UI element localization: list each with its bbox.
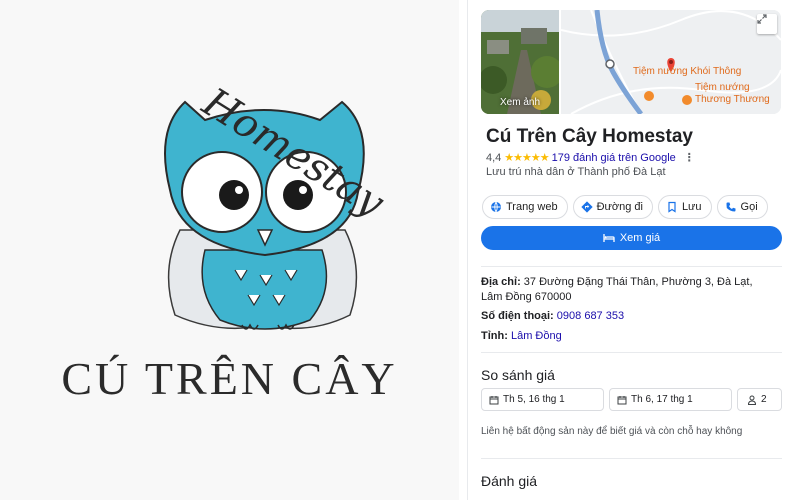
section-divider — [481, 352, 782, 353]
phone-row: Số điện thoại: 0908 687 353 — [481, 309, 771, 324]
checkin-date: Th 5, 16 thg 1 — [503, 394, 565, 405]
place-title: Cú Trên Cây Homestay — [486, 126, 693, 147]
phone-icon — [726, 202, 736, 212]
logo-name-text: CÚ TRÊN CÂY — [61, 353, 398, 404]
province-link[interactable]: Lâm Đồng — [511, 330, 562, 342]
guests-count: 2 — [761, 394, 767, 405]
map-poi-label: Thương Thương — [695, 94, 770, 105]
province-label: Tỉnh: — [481, 330, 508, 342]
expand-icon — [757, 14, 767, 24]
directions-button-label: Đường đi — [596, 201, 643, 213]
rating-value: 4,4 — [486, 151, 502, 164]
price-note: Liên hệ bất động sản này để biết giá và … — [481, 426, 743, 437]
reviews-title: Đánh giá — [481, 473, 538, 489]
compare-prices-title: So sánh giá — [481, 367, 555, 383]
map-poi-label: Tiệm nướng — [695, 82, 750, 93]
province-row: Tỉnh: Lâm Đồng — [481, 329, 771, 344]
more-options-icon[interactable]: ⋮ — [684, 151, 695, 164]
reviews-link[interactable]: 179 đánh giá trên Google — [552, 152, 676, 164]
save-button[interactable]: Lưu — [657, 195, 712, 219]
checkout-date: Th 6, 17 thg 1 — [631, 394, 693, 405]
call-button[interactable]: Gọi — [716, 195, 768, 219]
map-thumbnail[interactable]: Tiệm nướng Khói Thông Tiệm nướng Thương … — [561, 10, 781, 114]
checkout-date-picker[interactable]: Th 6, 17 thg 1 — [609, 388, 732, 411]
phone-label: Số điện thoại: — [481, 310, 554, 322]
checkin-date-picker[interactable]: Th 5, 16 thg 1 — [481, 388, 604, 411]
globe-icon — [491, 201, 501, 213]
view-prices-label: Xem giá — [619, 232, 661, 244]
address-value: 37 Đường Đặng Thái Thân, Phường 3, Đà Lạ… — [481, 276, 753, 303]
website-button[interactable]: Trang web — [482, 195, 568, 219]
photo-thumbnail[interactable]: Xem ảnh — [481, 10, 559, 114]
expand-map-button[interactable] — [757, 14, 777, 34]
directions-button[interactable]: Đường đi — [572, 195, 653, 219]
call-button-label: Gọi — [740, 201, 758, 213]
rating-stars: ★★★★★ — [504, 152, 549, 164]
calendar-icon — [489, 395, 499, 404]
address-label: Địa chỉ: — [481, 276, 521, 288]
phone-link[interactable]: 0908 687 353 — [557, 310, 624, 322]
map-poi-label: Tiệm nướng Khói Thông — [633, 66, 742, 77]
address-row: Địa chỉ: 37 Đường Đặng Thái Thân, Phường… — [481, 275, 771, 305]
website-button-label: Trang web — [506, 201, 558, 213]
section-divider — [481, 266, 782, 267]
directions-icon — [580, 201, 593, 213]
knowledge-panel: Xem ảnh Tiệm nướng Khói Thông Tiệm nướng… — [469, 0, 800, 500]
calendar-icon — [617, 395, 627, 404]
panel-divider — [459, 0, 469, 500]
bookmark-icon — [668, 201, 676, 213]
guests-picker[interactable]: 2 — [737, 388, 782, 411]
save-button-label: Lưu — [681, 201, 702, 213]
rating-row: 4,4 ★★★★★ 179 đánh giá trên Google ⋮ — [486, 151, 695, 165]
bed-icon — [603, 234, 615, 242]
homestay-logo: Homestay CÚ TRÊN CÂY — [0, 0, 459, 500]
owl-illustration — [164, 100, 365, 330]
action-buttons: Trang web Đường đi Lưu Gọi — [482, 195, 768, 219]
view-photos-label: Xem ảnh — [499, 97, 541, 108]
section-divider — [481, 458, 782, 459]
person-icon — [747, 395, 757, 405]
place-category: Lưu trú nhà dân ở Thành phố Đà Lạt — [486, 166, 666, 178]
view-prices-button[interactable]: Xem giá — [481, 226, 782, 250]
